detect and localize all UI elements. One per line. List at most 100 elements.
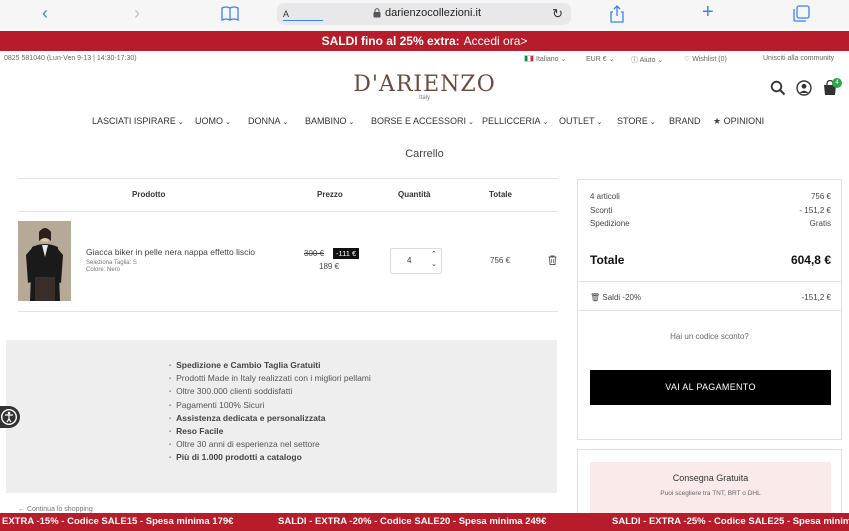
- discount-badge: -111 €: [333, 248, 360, 259]
- col-header-total: Totale: [489, 190, 512, 199]
- nav-lasciati-ispirare[interactable]: LASCIATI ISPIRARE ⌄: [92, 116, 184, 126]
- chevron-down-icon: ⌄: [282, 119, 289, 126]
- chevron-down-icon: ⌄: [649, 119, 656, 126]
- summary-discount: Sconti - 151,2 €: [590, 206, 831, 215]
- quantity-stepper[interactable]: 4 ⌃ ⌄: [390, 248, 442, 274]
- nav-donna[interactable]: DONNA ⌄: [248, 116, 288, 126]
- chevron-down-icon: ⌄: [348, 119, 355, 126]
- tabs-icon[interactable]: [793, 5, 810, 25]
- currency-select[interactable]: EUR € ⌄: [586, 55, 614, 63]
- share-icon[interactable]: [609, 5, 625, 26]
- continue-shopping-link[interactable]: ← Continua lo shopping: [18, 506, 93, 513]
- nav-store[interactable]: STORE ⌄: [617, 116, 656, 126]
- benefit-item: Prodotti Made in Italy realizzati con i …: [169, 373, 371, 386]
- chevron-down-icon: ⌄: [542, 119, 549, 126]
- trash-icon[interactable]: 🗑: [590, 293, 600, 302]
- forward-icon[interactable]: ›: [134, 4, 140, 22]
- coupon-toggle[interactable]: Hai un codice sconto?: [578, 332, 841, 341]
- price-original: 300 €: [304, 249, 325, 258]
- lock-icon: [373, 8, 381, 18]
- help-menu[interactable]: ⓘ Aiuto ⌄: [631, 55, 663, 65]
- italy-flag-icon: [524, 55, 534, 62]
- chevron-down-icon: ⌄: [225, 119, 231, 126]
- chevron-down-icon: ⌄: [177, 119, 184, 126]
- text-size-button[interactable]: A: [283, 9, 289, 19]
- promo-text: SALDI fino al 25% extra:: [321, 34, 460, 48]
- nav-bambino[interactable]: BAMBINO ⌄: [305, 116, 354, 126]
- summary-shipping: Spedizione Gratis: [590, 219, 831, 228]
- wishlist-link[interactable]: ♡ Wishlist (0): [684, 55, 727, 63]
- main-nav: LASCIATI ISPIRARE ⌄ UOMO ⌄ DONNA ⌄ BAMBINO ⌄…: [0, 116, 849, 130]
- promo-ticker-bottom[interactable]: EXTRA -15% - Codice SALE15 - Spesa minim…: [0, 513, 849, 531]
- benefits-list: Spedizione e Cambio Taglia Gratuiti Prod…: [169, 360, 371, 466]
- browser-toolbar: ‹ › A darienzocollezioni.it ↻ +: [0, 0, 849, 31]
- order-summary: 4 articoli 756 € Sconti - 151,2 € Spedizio…: [577, 179, 842, 440]
- decrement-icon[interactable]: ⌄: [431, 260, 437, 268]
- benefits-box: Spedizione e Cambio Taglia Gratuiti Prod…: [6, 340, 557, 493]
- checkout-button[interactable]: VAI AL PAGAMENTO: [590, 370, 831, 405]
- product-thumbnail[interactable]: [18, 221, 71, 301]
- trash-icon[interactable]: [548, 255, 557, 265]
- cart-count-badge: 4: [832, 78, 842, 88]
- promo-banner-top[interactable]: SALDI fino al 25% extra: Accedi ora>: [0, 31, 849, 51]
- shipping-title: Consegna Gratuita: [672, 473, 749, 483]
- shipping-info-box: Consegna Gratuita Puoi scegliere tra TNT…: [577, 449, 842, 520]
- promo-ticker-item: EXTRA -15% - Codice SALE15 - Spesa minim…: [2, 516, 234, 527]
- promo-ticker-item: SALDI - EXTRA -20% - Codice SALE20 - Spe…: [278, 516, 547, 527]
- benefit-item: Oltre 30 anni di esperienza nel settore: [169, 439, 371, 452]
- phone-number: 0825 581040 (Lun-Ven 9-13 | 14:30-17:30): [4, 55, 137, 62]
- chevron-down-icon: ⌄: [468, 119, 474, 126]
- chevron-down-icon: ⌄: [560, 56, 567, 63]
- divider: [578, 281, 841, 282]
- summary-sale: 🗑 Saldi -20% -151,2 €: [590, 293, 831, 302]
- account-icon[interactable]: [796, 80, 812, 96]
- community-link[interactable]: Unisciti alla community: [763, 55, 834, 62]
- nav-borse-accessori[interactable]: BORSE E ACCESSORI ⌄: [371, 116, 474, 126]
- nav-brand[interactable]: BRAND: [669, 116, 701, 126]
- line-total: 756 €: [490, 256, 511, 265]
- product-color: Colore: Nero: [86, 267, 121, 273]
- increment-icon[interactable]: ⌃: [431, 250, 437, 258]
- nav-opinioni[interactable]: ★ OPINIONI: [713, 116, 764, 127]
- shipping-subtitle: Puoi scegliere tra TNT, BRT o DHL: [660, 490, 761, 497]
- bookmarks-icon[interactable]: [221, 6, 239, 24]
- address-bar[interactable]: A darienzocollezioni.it ↻: [277, 3, 571, 25]
- chevron-down-icon: ⌄: [608, 56, 615, 63]
- brand-logo-sub: Italy: [418, 95, 430, 101]
- new-tab-icon[interactable]: +: [702, 2, 714, 22]
- shipping-info-panel: Consegna Gratuita Puoi scegliere tra TNT…: [590, 462, 831, 520]
- chevron-down-icon: ⌄: [596, 119, 603, 126]
- benefit-item: Pagamenti 100% Sicuri: [169, 400, 371, 413]
- summary-articles: 4 articoli 756 €: [590, 192, 831, 201]
- divider: [18, 211, 558, 212]
- product-name[interactable]: Giacca biker in pelle nera nappa effetto…: [86, 247, 255, 257]
- benefit-item: Assistenza dedicata e personalizzata: [169, 413, 371, 426]
- heart-icon: ♡: [684, 56, 691, 63]
- star-icon: ★: [713, 116, 722, 126]
- col-header-quantity: Quantità: [398, 190, 431, 199]
- reload-icon[interactable]: ↻: [552, 6, 563, 22]
- promo-cta[interactable]: Accedi ora>: [464, 34, 528, 48]
- divider: [18, 178, 558, 179]
- nav-uomo[interactable]: UOMO ⌄: [195, 116, 231, 126]
- accessibility-button[interactable]: [0, 406, 20, 428]
- promo-ticker-item: SALDI - EXTRA -25% - Codice SALE25 - Spe…: [612, 516, 849, 527]
- quantity-value[interactable]: 4: [407, 256, 411, 265]
- benefit-item: Oltre 300.000 clienti soddisfatti: [169, 386, 371, 399]
- accessibility-icon: [1, 409, 17, 425]
- col-header-product: Prodotto: [132, 190, 166, 199]
- price-current: 189 €: [319, 262, 340, 271]
- brand-logo[interactable]: D'ARIENZO: [300, 72, 549, 97]
- chevron-down-icon: ⌄: [657, 57, 664, 64]
- info-icon: ⓘ: [631, 57, 638, 64]
- search-icon[interactable]: [770, 80, 786, 96]
- benefit-item: Reso Facile: [169, 426, 371, 439]
- page-title: Carrello: [405, 148, 444, 160]
- utility-bar: 0825 581040 (Lun-Ven 9-13 | 14:30-17:30)…: [0, 51, 849, 67]
- language-select[interactable]: Italiano ⌄: [524, 55, 566, 63]
- back-icon[interactable]: ‹: [42, 4, 48, 22]
- benefit-item: Spedizione e Cambio Taglia Gratuiti: [169, 360, 371, 373]
- url-text: darienzocollezioni.it: [385, 7, 481, 19]
- nav-pellicceria[interactable]: PELLICCERIA ⌄: [482, 116, 548, 126]
- nav-outlet[interactable]: OUTLET ⌄: [559, 116, 602, 126]
